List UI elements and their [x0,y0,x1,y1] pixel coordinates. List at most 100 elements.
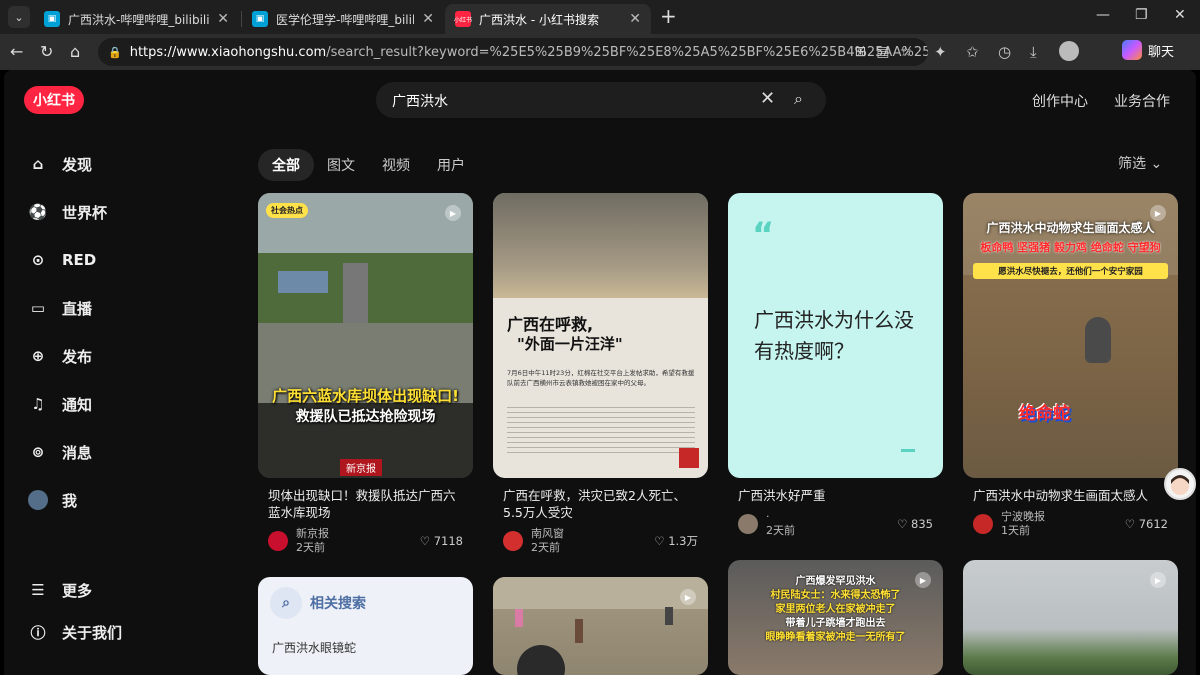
note-card[interactable]: 广西在呼救, "外面一片汪洋" 7月6日中午11时23分，红棉在社交平台上发帖求… [493,193,708,555]
clear-search-icon[interactable]: ✕ [760,88,775,109]
bilibili-icon: ▣ [252,11,268,27]
author-name[interactable]: 宁波晚报 [1001,510,1125,524]
related-search-item[interactable]: 广西洪水眼镜蛇 [272,639,356,656]
sidebar-item-red[interactable]: ⊙ RED [28,245,97,275]
note-title[interactable]: 广西洪水中动物求生画面太感人 [963,487,1178,504]
tab-actions-menu-button[interactable]: ⌄ [8,6,30,28]
tab-all[interactable]: 全部 [258,149,314,181]
browser-tab-2[interactable]: ▣ 医学伦理学-哔哩哔哩_bilibili ✕ [242,4,444,34]
new-tab-button[interactable]: + [660,6,677,26]
search-box[interactable]: 广西洪水 ✕ ⌕ [376,82,826,118]
sidebar-item-discover[interactable]: ⌂ 发现 [28,149,92,179]
note-card[interactable]: 广西爆发罕见洪水 村民陆女士：水来得太恐怖了 家里两位老人在家被冲走了 带着儿子… [728,560,943,675]
reader-icon[interactable]: ▤ [876,44,889,60]
sidebar-item-worldcup[interactable]: ⚽ 世界杯 [28,197,107,227]
like-count-value: 835 [911,517,933,531]
video-play-icon: ▶ [915,572,931,588]
note-card[interactable]: ▶ [963,560,1178,675]
video-play-icon: ▶ [1150,572,1166,588]
author-avatar[interactable] [503,531,523,551]
refresh-button[interactable]: ↻ [40,42,53,61]
sidebar-item-notifications[interactable]: ♫ 通知 [28,389,92,419]
post-time: 2天前 [296,541,325,554]
address-bar[interactable]: 🔒 https://www.xiaohongshu.com /search_re… [98,38,928,66]
copilot-button[interactable]: 聊天 [1122,40,1174,60]
note-title[interactable]: 广西在呼救，洪灾已致2人死亡、5.5万人受灾 [493,487,708,521]
sidebar-item-label: 世界杯 [62,203,108,222]
note-cover-image[interactable]: 广西在呼救, "外面一片汪洋" 7月6日中午11时23分，红棉在社交平台上发帖求… [493,193,708,478]
close-tab-icon[interactable]: ✕ [422,11,434,27]
sidebar-item-about[interactable]: ⓘ 关于我们 [28,617,122,647]
cover-line-2: 村民陆女士：水来得太恐怖了 [770,590,901,601]
assistant-avatar-button[interactable] [1164,468,1196,500]
close-window-button[interactable]: ✕ [1174,7,1186,23]
like-count[interactable]: ♡ 835 [897,517,933,531]
like-count[interactable]: ♡ 7118 [420,534,463,548]
sidebar-item-messages[interactable]: ⊚ 消息 [28,437,92,467]
flood-wading-illustration [493,577,708,675]
author-avatar[interactable] [738,514,758,534]
note-card[interactable]: ▶ [493,577,708,675]
extensions-icon[interactable]: ✦ [934,43,947,61]
home-icon: ⌂ [32,155,44,173]
home-button[interactable]: ⌂ [70,42,80,61]
tab-users[interactable]: 用户 [437,149,465,181]
tab-image-text[interactable]: 图文 [327,149,355,181]
author-avatar[interactable] [973,514,993,534]
like-count[interactable]: ♡ 7612 [1125,517,1168,531]
creator-center-link[interactable]: 创作中心 [1032,91,1088,111]
note-card[interactable]: 社会热点 ▶ 广西六蓝水库坝体出现缺口! 救援队已抵达抢险现场 新京报 坝体出现… [258,193,473,555]
sidebar-item-live[interactable]: ▭ 直播 [28,293,92,323]
sidebar-item-label: 更多 [62,581,93,600]
search-input[interactable]: 广西洪水 [392,91,448,111]
tab-video[interactable]: 视频 [382,149,410,181]
close-tab-icon[interactable]: ✕ [629,11,641,27]
cover-headline-1: 广西在呼救, [507,315,594,334]
note-card[interactable]: 广西洪水中动物求生画面太感人 板命鸭 坚强猪 毅力鸡 绝命蛇 守望狗 愿洪水尽快… [963,193,1178,538]
profile-avatar[interactable] [1059,41,1079,61]
sidebar-item-label: 直播 [62,299,93,318]
author-name[interactable]: · [766,510,897,524]
restore-button[interactable]: ❐ [1135,7,1148,23]
note-title[interactable]: 广西洪水好严重 [728,487,943,504]
browser-tab-bar: ⌄ ▣ 广西洪水-哔哩哔哩_bilibili ✕ ▣ 医学伦理学-哔哩哔哩_bi… [0,0,1200,34]
lock-icon[interactable]: 🔒 [108,46,122,59]
history-icon[interactable]: ◷ [998,43,1011,61]
browser-tab-1[interactable]: ▣ 广西洪水-哔哩哔哩_bilibili ✕ [34,4,239,34]
filter-button[interactable]: 筛选 ⌄ [1118,153,1162,173]
back-button[interactable]: ← [10,42,23,61]
info-icon: ⓘ [30,623,46,642]
business-link[interactable]: 业务合作 [1114,91,1170,111]
sidebar-item-me[interactable]: 我 [28,485,77,515]
cover-headline-1: 广西六蓝水库坝体出现缺口! [272,387,459,405]
note-cover-image[interactable]: “ 广西洪水为什么没有热度啊？ [728,193,943,478]
note-cover-image[interactable]: 社会热点 ▶ 广西六蓝水库坝体出现缺口! 救援队已抵达抢险现场 新京报 [258,193,473,478]
downloads-icon[interactable]: ⤓ [1030,43,1037,61]
close-tab-icon[interactable]: ✕ [217,11,229,27]
cover-body-lines [507,403,695,453]
favorite-star-icon[interactable]: ☆ [899,44,912,60]
search-icon[interactable]: ⌕ [794,89,803,109]
author-name[interactable]: 新京报 [296,527,420,541]
favorites-icon[interactable]: ✩ [966,43,979,61]
apps-icon[interactable]: ⊞ [854,44,866,60]
author-avatar[interactable] [268,531,288,551]
note-cover-image[interactable]: 广西洪水中动物求生画面太感人 板命鸭 坚强猪 毅力鸡 绝命蛇 守望狗 愿洪水尽快… [963,193,1178,478]
xiaohongshu-logo[interactable]: 小红书 [24,86,84,114]
sidebar-item-more[interactable]: ☰ 更多 [28,575,92,605]
author-name[interactable]: 南风窗 [531,527,654,541]
cover-headline-2: 救援队已抵达抢险现场 [295,409,436,425]
sidebar-item-publish[interactable]: ⊕ 发布 [28,341,92,371]
sidebar-item-label: 发布 [62,347,93,366]
tab-title: 广西洪水-哔哩哔哩_bilibili [68,12,210,27]
sidebar-item-label: 通知 [62,395,93,414]
tab-title: 广西洪水 - 小红书搜索 [479,12,599,27]
note-title[interactable]: 坝体出现缺口！救援队抵达广西六蓝水库现场 [258,487,473,521]
post-time: 1天前 [1001,524,1030,537]
minimize-button[interactable]: — [1096,7,1110,23]
like-count[interactable]: ♡ 1.3万 [654,533,698,549]
url-domain: https://www.xiaohongshu.com [129,44,327,60]
browser-tab-3-active[interactable]: 小红书 广西洪水 - 小红书搜索 ✕ [445,4,651,34]
xiaohongshu-icon: 小红书 [454,11,472,27]
note-card[interactable]: “ 广西洪水为什么没有热度啊？ 广西洪水好严重 · 2天前 ♡ 835 [728,193,943,538]
